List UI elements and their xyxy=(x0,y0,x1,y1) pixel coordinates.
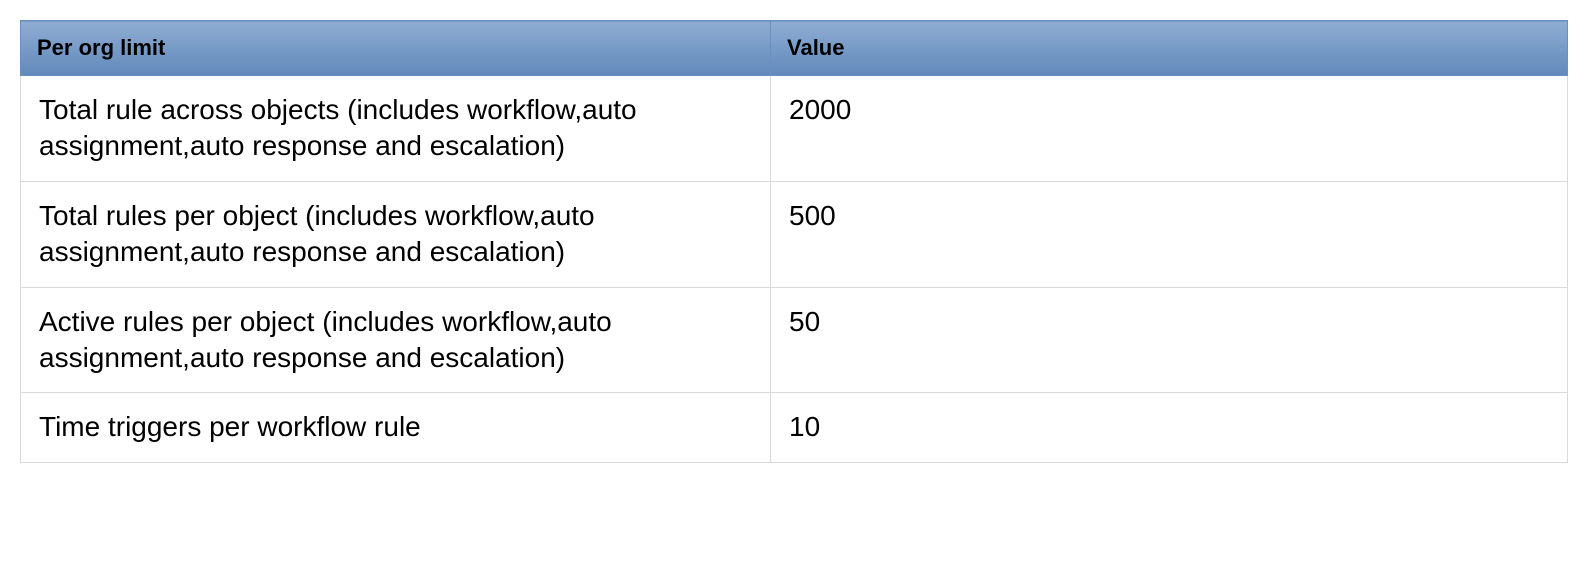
limits-table: Per org limit Value Total rule across ob… xyxy=(20,20,1568,463)
cell-value: 50 xyxy=(771,287,1568,393)
cell-limit: Active rules per object (includes workfl… xyxy=(21,287,771,393)
table-row: Active rules per object (includes workfl… xyxy=(21,287,1568,393)
table-header-row: Per org limit Value xyxy=(21,21,1568,76)
table-row: Time triggers per workflow rule 10 xyxy=(21,393,1568,462)
header-value: Value xyxy=(771,21,1568,76)
cell-limit: Time triggers per workflow rule xyxy=(21,393,771,462)
table-row: Total rules per object (includes workflo… xyxy=(21,181,1568,287)
table-row: Total rule across objects (includes work… xyxy=(21,76,1568,182)
cell-limit: Total rule across objects (includes work… xyxy=(21,76,771,182)
header-limit: Per org limit xyxy=(21,21,771,76)
cell-value: 10 xyxy=(771,393,1568,462)
cell-limit: Total rules per object (includes workflo… xyxy=(21,181,771,287)
cell-value: 2000 xyxy=(771,76,1568,182)
cell-value: 500 xyxy=(771,181,1568,287)
